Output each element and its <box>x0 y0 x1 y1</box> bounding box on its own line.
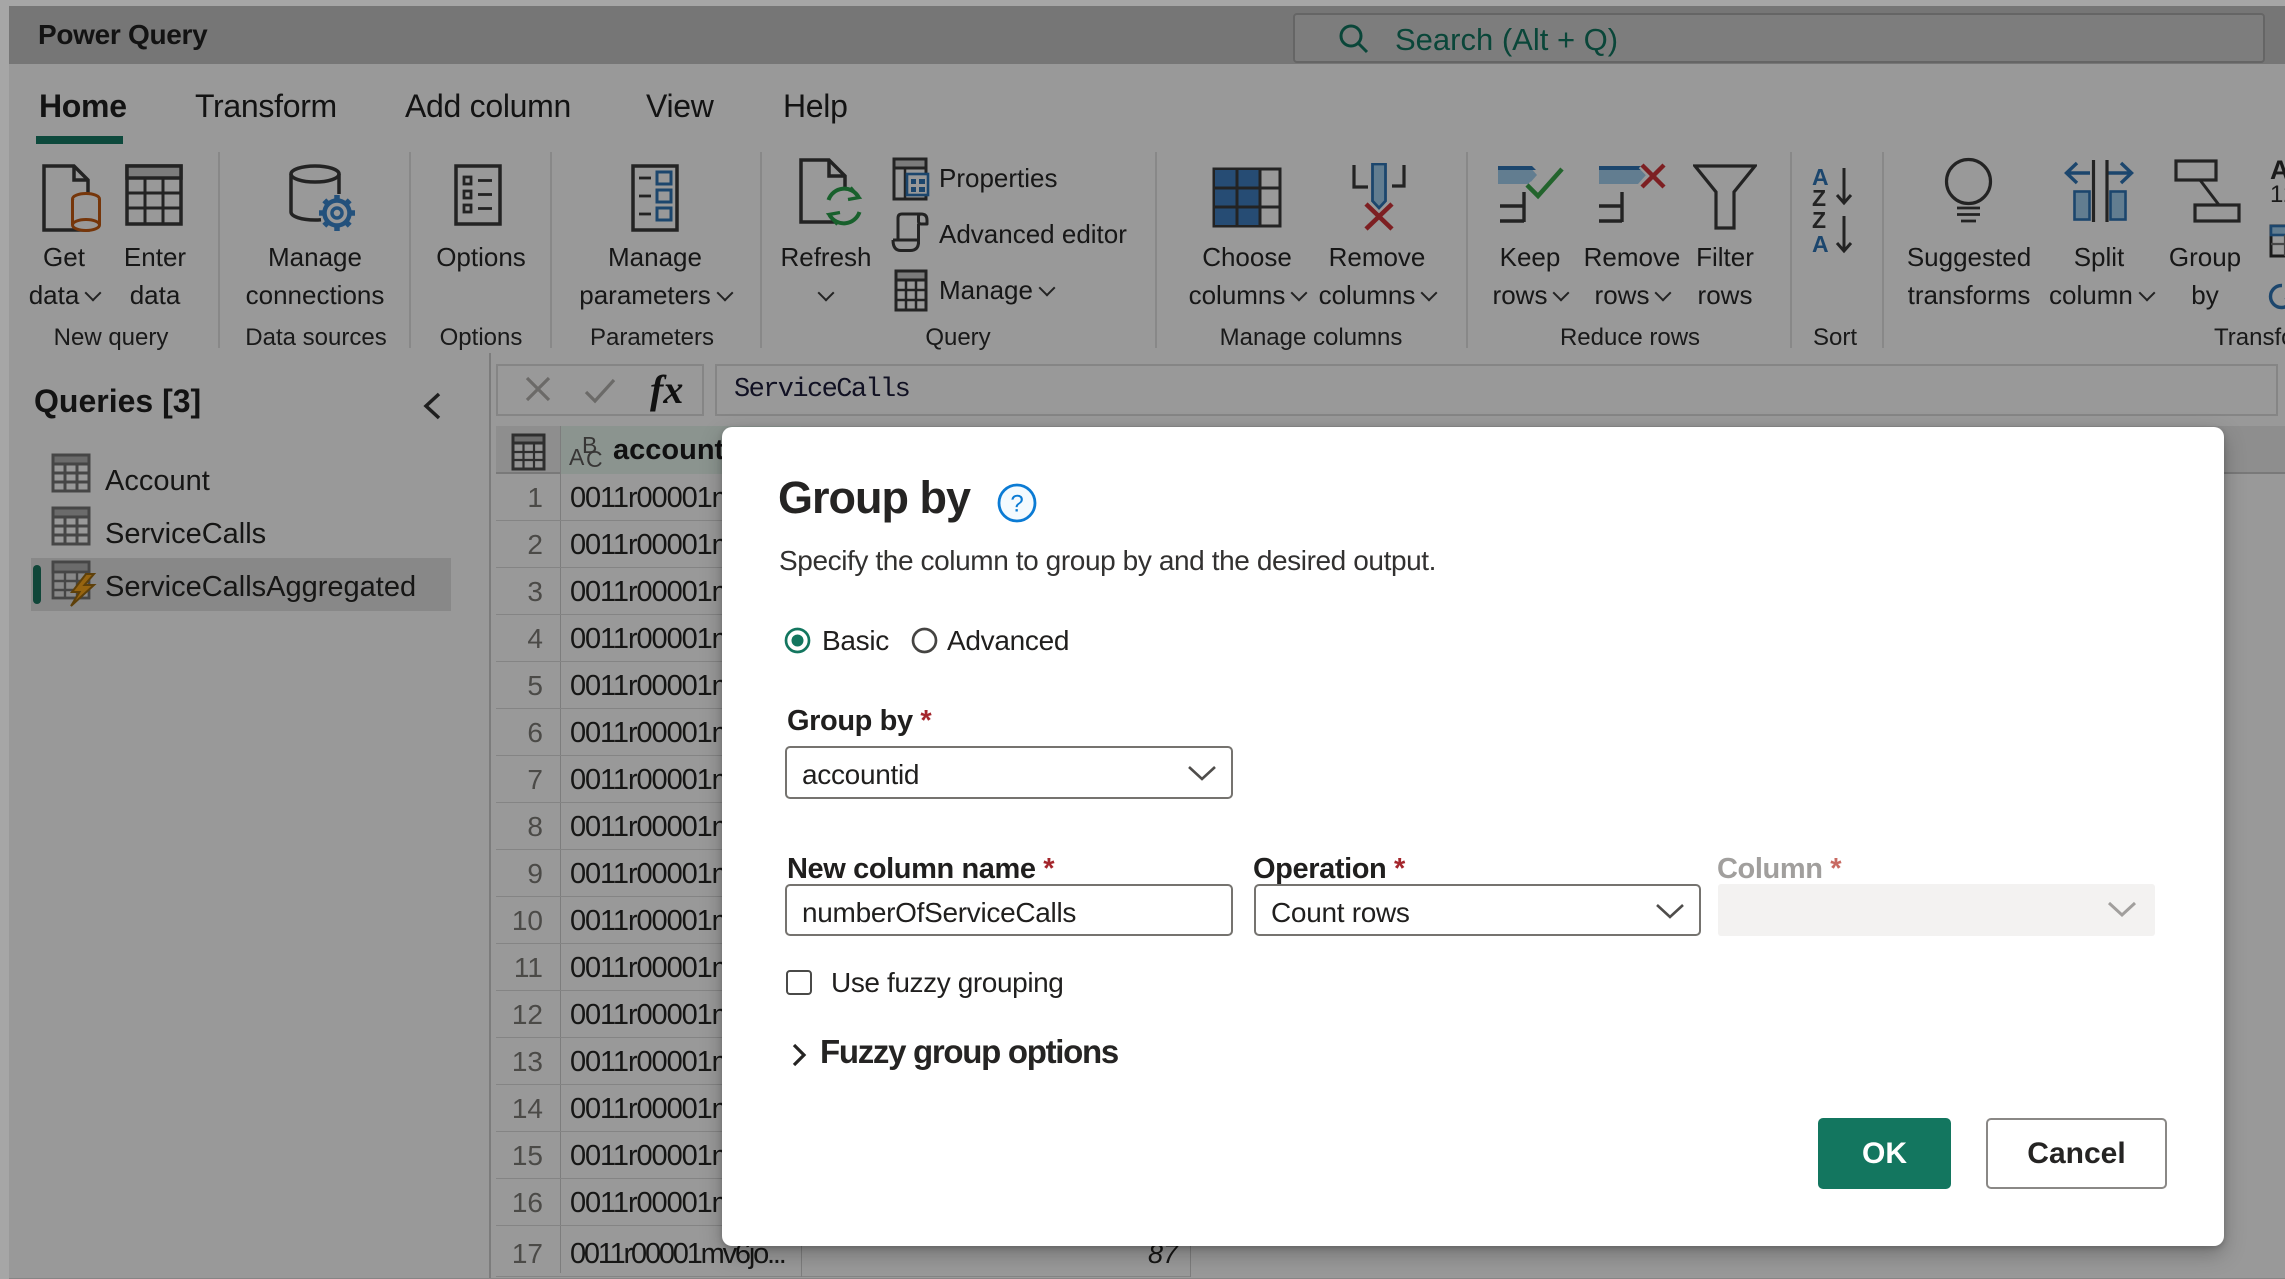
svg-text:A: A <box>1812 231 1829 257</box>
svg-text:Z: Z <box>1812 207 1826 233</box>
svg-text:?: ? <box>1010 491 1023 518</box>
